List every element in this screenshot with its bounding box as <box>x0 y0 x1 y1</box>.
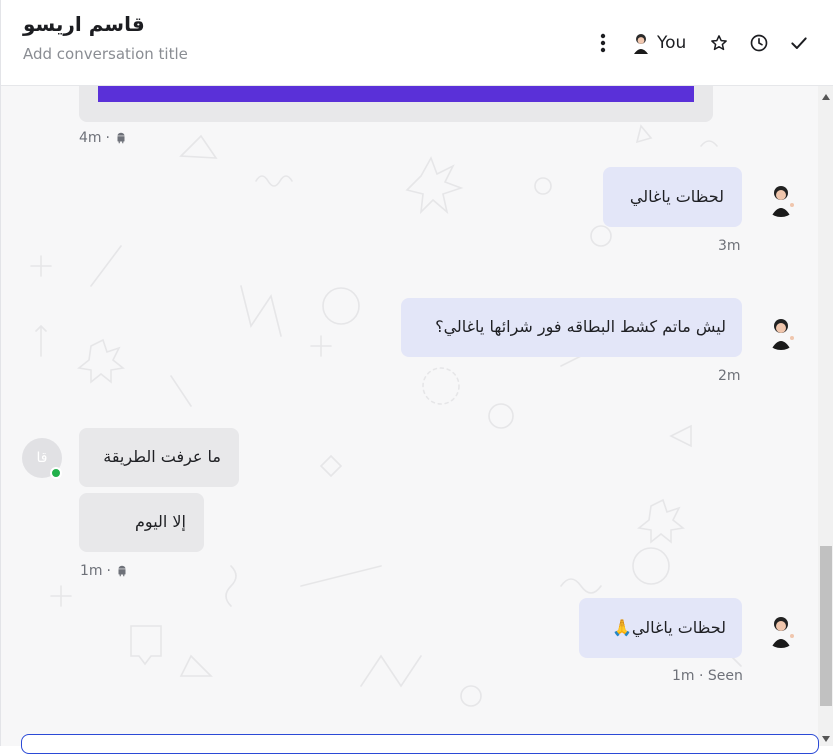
scroll-up-arrow-icon[interactable] <box>822 94 830 100</box>
message-meta: 1m · Seen <box>672 668 743 684</box>
star-button[interactable] <box>706 30 732 56</box>
clock-icon <box>750 34 768 52</box>
scroll-down-arrow-icon[interactable] <box>822 736 830 742</box>
message-bubble-incoming[interactable]: إلا اليوم <box>79 493 204 552</box>
message-text: إلا اليوم <box>135 512 186 531</box>
check-icon <box>791 37 807 49</box>
message-bubble-outgoing[interactable]: لحظات ياغالي <box>603 167 742 227</box>
message-bubble-incoming-card[interactable] <box>79 86 713 122</box>
message-meta: 1m · <box>80 563 129 579</box>
agent-avatar-icon <box>634 34 648 54</box>
message-time: 4m <box>79 130 102 146</box>
contact-initials: قا <box>36 450 48 466</box>
message-meta: 4m · <box>79 130 128 146</box>
android-icon <box>117 132 125 144</box>
message-time: 1m <box>80 563 103 579</box>
message-text: ما عرفت الطريقة <box>103 447 221 466</box>
more-options-button[interactable] <box>590 30 616 56</box>
more-vertical-icon <box>600 33 606 53</box>
conversation-header: قاسم اريسو Add conversation title You <box>1 0 833 86</box>
agent-avatar <box>771 319 794 350</box>
conversation-title-placeholder[interactable]: Add conversation title <box>23 45 188 63</box>
message-status: 1m · Seen <box>672 668 743 684</box>
message-time: 2m <box>718 368 741 384</box>
message-text: ليش ماتم كشط البطاقه فور شرائها ياغالي؟ <box>435 317 726 336</box>
reply-composer[interactable] <box>21 734 819 754</box>
assignee-button[interactable]: You <box>631 30 686 56</box>
message-meta: 3m <box>718 238 741 254</box>
message-bubble-outgoing[interactable]: لحظات ياغالي🙏 <box>579 598 742 658</box>
card-accent-bar <box>98 86 694 102</box>
online-status-dot <box>50 467 62 479</box>
message-bubble-incoming[interactable]: ما عرفت الطريقة <box>79 428 239 487</box>
resolve-button[interactable] <box>786 30 812 56</box>
message-bubble-outgoing[interactable]: ليش ماتم كشط البطاقه فور شرائها ياغالي؟ <box>401 298 742 357</box>
message-list[interactable]: 4m · لحظات ياغالي 3m ليش ماتم كشط البطاق… <box>1 86 818 746</box>
message-text: لحظات ياغالي <box>629 187 724 206</box>
scroll-thumb[interactable] <box>820 546 832 706</box>
android-icon <box>118 565 126 577</box>
message-text: لحظات ياغالي🙏 <box>611 618 726 637</box>
message-meta: 2m <box>718 368 741 384</box>
assignee-label: You <box>657 33 687 53</box>
chat-scrollbar[interactable] <box>818 86 833 746</box>
agent-avatar <box>771 617 794 648</box>
star-icon <box>711 35 727 51</box>
snooze-button[interactable] <box>746 30 772 56</box>
message-time: 3m <box>718 238 741 254</box>
agent-avatar <box>771 186 794 217</box>
contact-name[interactable]: قاسم اريسو <box>23 12 145 36</box>
conversation-panel: قاسم اريسو Add conversation title You 4m… <box>0 0 833 754</box>
